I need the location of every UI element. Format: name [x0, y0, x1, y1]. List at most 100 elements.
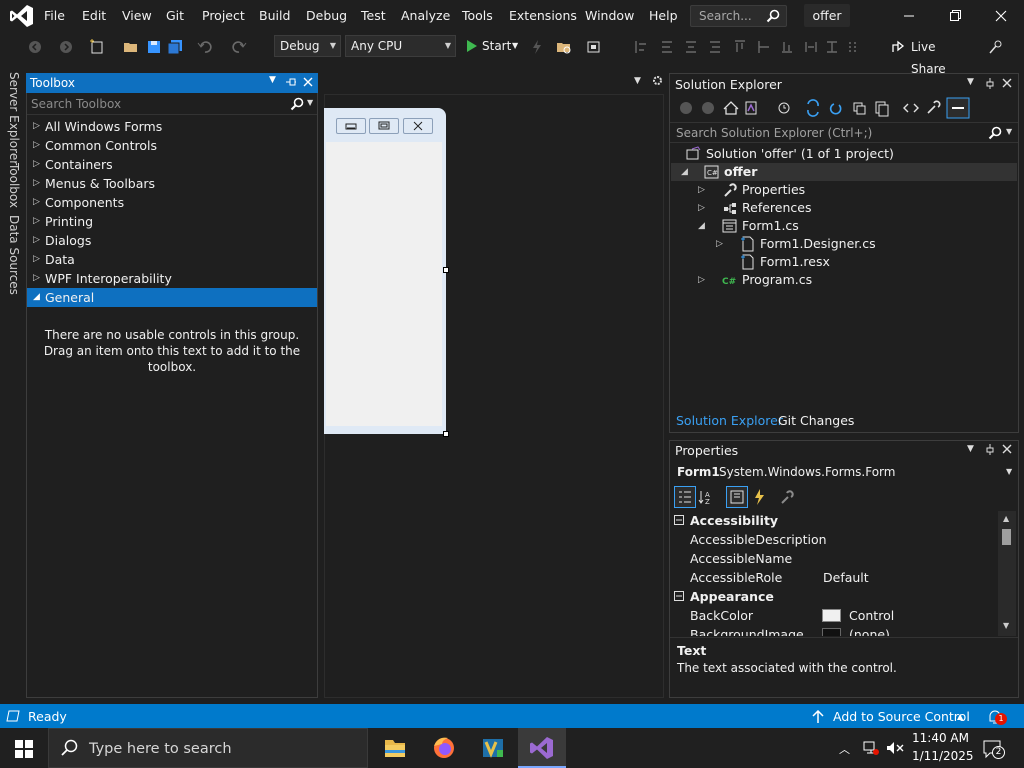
toolbox-search-input[interactable]: Search Toolbox ▼ — [27, 94, 317, 115]
property-row[interactable]: BackColor Control — [674, 606, 998, 625]
close-icon[interactable] — [1001, 77, 1013, 89]
configuration-select[interactable]: Debug ▼ — [274, 35, 341, 57]
chevron-down-icon[interactable]: ▼ — [307, 98, 313, 107]
toolbox-group[interactable]: ▷ Containers — [27, 155, 317, 174]
close-window-button[interactable] — [978, 0, 1024, 32]
gear-icon[interactable] — [652, 75, 663, 86]
file-explorer-taskbar-icon[interactable] — [371, 728, 419, 768]
chevron-down-icon[interactable]: ▼ — [269, 75, 276, 85]
minimize-button[interactable] — [886, 0, 932, 32]
action-center-icon[interactable]: 2 — [982, 738, 1008, 760]
platform-select[interactable]: Any CPU ▼ — [345, 35, 456, 57]
close-icon[interactable] — [1001, 443, 1013, 455]
save-icon[interactable] — [145, 38, 163, 56]
property-row[interactable]: BackgroundImage (none) — [674, 625, 998, 636]
toolbox-group[interactable]: ▷ Menus & Toolbars — [27, 174, 317, 193]
toolbox-group[interactable]: ▷ Common Controls — [27, 136, 317, 155]
menu-window[interactable]: Window — [585, 8, 634, 24]
tab-toolbox[interactable]: Toolbox — [7, 163, 21, 208]
live-share-button[interactable]: Live Share — [888, 36, 970, 76]
menu-file[interactable]: File — [44, 8, 65, 24]
solution-explorer-toolbar[interactable] — [676, 97, 972, 119]
toolbox-group[interactable]: ▷ Components — [27, 193, 317, 212]
navigate-forward-icon[interactable] — [57, 38, 75, 56]
browse-icon[interactable] — [555, 38, 573, 56]
new-project-icon[interactable] — [88, 38, 106, 56]
menu-tools[interactable]: Tools — [462, 8, 493, 24]
menu-test[interactable]: Test — [361, 8, 386, 24]
search-icon[interactable] — [290, 97, 304, 111]
menu-build[interactable]: Build — [259, 8, 290, 24]
menu-analyze[interactable]: Analyze — [401, 8, 450, 24]
pin-icon[interactable] — [285, 76, 297, 88]
menu-view[interactable]: View — [122, 8, 152, 24]
property-row[interactable]: AccessibleDescription — [674, 530, 998, 549]
tab-data-sources[interactable]: Data Sources — [7, 215, 21, 295]
solution-name-badge[interactable]: offer — [804, 4, 850, 27]
pin-icon[interactable] — [984, 443, 996, 455]
toolbox-group-selected[interactable]: ◢ General — [27, 288, 317, 307]
menu-git[interactable]: Git — [166, 8, 184, 24]
menu-extensions[interactable]: Extensions — [509, 8, 577, 24]
tab-order-icon[interactable] — [585, 38, 603, 56]
properties-object-selector[interactable]: Form1 System.Windows.Forms.Form ▼ — [670, 462, 1018, 482]
navigate-back-icon[interactable] — [26, 38, 44, 56]
resize-handle[interactable] — [443, 431, 449, 437]
visual-studio-logo-icon[interactable] — [8, 4, 34, 28]
properties-scrollbar[interactable]: ▲ ▼ — [998, 511, 1016, 636]
tab-solution-explorer[interactable]: Solution Explorer — [676, 413, 783, 428]
toolbox-group[interactable]: ▷ All Windows Forms — [27, 117, 317, 136]
volume-muted-icon[interactable] — [885, 740, 905, 756]
tab-git-changes[interactable]: Git Changes — [778, 413, 854, 428]
start-debugging-button[interactable]: Start ▼ — [462, 36, 524, 56]
property-row[interactable]: AccessibleName — [674, 549, 998, 568]
toolbox-group[interactable]: ▷ WPF Interoperability — [27, 269, 317, 288]
chevron-down-icon[interactable]: ▼ — [967, 444, 974, 454]
toolbox-group[interactable]: ▷ Dialogs — [27, 231, 317, 250]
chevron-right-icon: ▷ — [698, 185, 705, 195]
open-folder-icon[interactable] — [122, 38, 140, 56]
arrow-up-icon[interactable] — [812, 710, 824, 723]
undo-icon[interactable] — [196, 38, 214, 56]
start-button[interactable] — [0, 728, 48, 768]
tab-server-explorer[interactable]: Server Explorer — [7, 72, 21, 165]
menu-edit[interactable]: Edit — [82, 8, 106, 24]
firefox-taskbar-icon[interactable] — [420, 728, 468, 768]
search-icon[interactable] — [988, 126, 1002, 140]
menu-project[interactable]: Project — [202, 8, 245, 24]
hot-reload-icon[interactable] — [528, 38, 546, 56]
properties-toolbar[interactable]: AZ — [674, 486, 804, 508]
chevron-up-icon[interactable]: ︿ — [839, 741, 850, 757]
clock-time[interactable]: 11:40 AM — [912, 731, 969, 745]
resize-handle[interactable] — [443, 267, 449, 273]
chevron-down-icon[interactable]: ▼ — [967, 77, 974, 87]
save-all-icon[interactable] — [166, 38, 184, 56]
solution-explorer-search-input[interactable]: Search Solution Explorer (Ctrl+;) ▼ — [670, 122, 1018, 143]
menu-help[interactable]: Help — [649, 8, 678, 24]
chevron-down-icon[interactable]: ▼ — [1006, 127, 1012, 136]
vs-installer-taskbar-icon[interactable] — [469, 728, 517, 768]
output-panel-icon[interactable] — [6, 710, 20, 722]
property-category[interactable]: Accessibility — [674, 511, 1000, 530]
property-row[interactable]: AccessibleRole Default — [674, 568, 998, 587]
visual-studio-taskbar-icon[interactable] — [518, 728, 566, 768]
notification-icon[interactable]: 1 — [986, 708, 1008, 726]
network-icon[interactable] — [862, 740, 880, 756]
global-search-input[interactable]: Search... — [690, 5, 787, 27]
redo-icon[interactable] — [230, 38, 248, 56]
chevron-up-icon[interactable]: ▲ — [957, 712, 963, 721]
tree-project[interactable]: ◢ C# offer — [671, 163, 1017, 181]
toolbox-group[interactable]: ▷ Printing — [27, 212, 317, 231]
chevron-down-icon[interactable]: ▼ — [634, 76, 641, 86]
clock-date[interactable]: 1/11/2025 — [912, 749, 974, 763]
add-to-source-control-button[interactable]: Add to Source Control — [833, 709, 970, 724]
close-icon[interactable] — [302, 76, 314, 88]
restore-button[interactable] — [932, 0, 978, 32]
menu-debug[interactable]: Debug — [306, 8, 347, 24]
property-category[interactable]: Appearance — [674, 587, 1000, 606]
feedback-icon[interactable] — [987, 38, 1005, 56]
toolbox-group[interactable]: ▷ Data — [27, 250, 317, 269]
form1-client-area[interactable] — [326, 142, 442, 426]
taskbar-search-box[interactable]: Type here to search — [48, 728, 368, 768]
pin-icon[interactable] — [984, 77, 996, 89]
